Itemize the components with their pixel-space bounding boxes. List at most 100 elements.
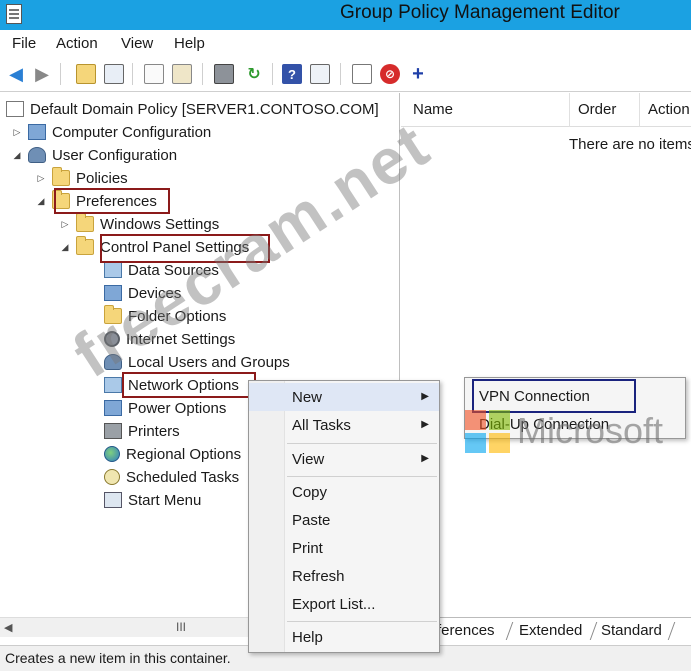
- menu-item-all-tasks[interactable]: All Tasks ▶: [249, 411, 439, 439]
- menu-item-paste[interactable]: Paste: [249, 506, 439, 534]
- tree-label: Start Menu: [128, 491, 202, 509]
- tree-item-regional-options[interactable]: Regional Options: [104, 443, 241, 465]
- tree-item-printers[interactable]: Printers: [104, 420, 180, 442]
- tree-label: Printers: [128, 422, 180, 440]
- tree-item-user-configuration[interactable]: ◢ User Configuration: [12, 144, 178, 166]
- menu-item-label: Export List...: [292, 595, 376, 613]
- collapse-icon[interactable]: ◢: [36, 196, 46, 207]
- show-hide-tree-icon[interactable]: [104, 64, 124, 84]
- tree-item-start-menu[interactable]: Start Menu: [104, 489, 201, 511]
- highlight-preferences: [54, 188, 170, 214]
- menu-item-label: Copy: [292, 483, 328, 501]
- tree-item-scheduled-tasks[interactable]: Scheduled Tasks: [104, 466, 239, 488]
- highlight-vpn-connection: [472, 379, 636, 413]
- microsoft-watermark: Microsoft: [517, 410, 664, 451]
- data-sources-icon: [104, 262, 122, 278]
- power-options-icon: [104, 400, 122, 416]
- window-title: Group Policy Management Editor: [340, 2, 620, 23]
- view-tabs: ferences Extended Standard: [401, 617, 691, 643]
- menu-item-label: New: [292, 388, 323, 406]
- start-menu-icon: [104, 492, 122, 508]
- list-header: Name Order Action: [401, 93, 691, 127]
- print-icon[interactable]: [214, 64, 234, 84]
- delete-icon[interactable]: ⊘: [380, 64, 400, 84]
- add-icon[interactable]: +: [408, 63, 428, 85]
- empty-list-message: There are no items: [569, 136, 691, 153]
- paste-icon[interactable]: [172, 64, 192, 84]
- globe-icon: [104, 446, 120, 462]
- menu-item-label: Paste: [292, 511, 331, 529]
- submenu-arrow-icon: ▶: [421, 419, 429, 430]
- tree-label: Scheduled Tasks: [126, 468, 240, 486]
- details-pane[interactable]: Name Order Action There are no items: [401, 93, 691, 617]
- user-icon: [28, 147, 46, 163]
- tree-label: Regional Options: [126, 445, 242, 463]
- back-icon[interactable]: ◀: [6, 64, 26, 84]
- tree-label: Computer Configuration: [52, 123, 212, 141]
- scheduled-tasks-icon: [104, 469, 120, 485]
- column-order[interactable]: Order: [578, 101, 616, 118]
- tree-label: Power Options: [128, 399, 227, 417]
- scroll-thumb-grip[interactable]: III: [176, 620, 186, 634]
- tree-root[interactable]: Default Domain Policy [SERVER1.CONTOSO.C…: [6, 98, 379, 120]
- tree-root-label: Default Domain Policy [SERVER1.CONTOSO.C…: [30, 100, 379, 118]
- control-panel-folder-icon: [76, 236, 94, 255]
- menu-bar: File Action View Help: [0, 30, 691, 58]
- menu-item-view[interactable]: View ▶: [249, 445, 439, 473]
- submenu-arrow-icon: ▶: [421, 453, 429, 464]
- tab-preferences[interactable]: ferences: [437, 622, 495, 639]
- menu-item-new[interactable]: New ▶: [249, 383, 439, 411]
- help-icon[interactable]: ?: [282, 64, 302, 84]
- refresh-icon[interactable]: ↻: [244, 64, 264, 84]
- menu-item-label: Print: [292, 539, 323, 557]
- scroll-left-icon[interactable]: ◀: [4, 621, 12, 634]
- expand-icon[interactable]: ▷: [36, 173, 46, 184]
- menu-item-help[interactable]: Help: [249, 623, 439, 651]
- column-name[interactable]: Name: [413, 101, 453, 118]
- properties-icon[interactable]: [310, 64, 330, 84]
- tree-label: User Configuration: [52, 146, 178, 164]
- collapse-icon[interactable]: ◢: [60, 242, 70, 253]
- column-action[interactable]: Action: [648, 101, 690, 118]
- printers-icon: [104, 423, 122, 439]
- tab-standard[interactable]: Standard: [601, 622, 662, 639]
- expand-icon[interactable]: ▷: [12, 127, 22, 138]
- tree-item-windows-settings[interactable]: ▷ Windows Settings: [60, 213, 219, 235]
- menu-item-label: Refresh: [292, 567, 345, 585]
- copy-icon[interactable]: [144, 64, 164, 84]
- menu-help[interactable]: Help: [174, 35, 205, 52]
- menu-item-label: Help: [292, 628, 323, 646]
- menu-item-label: All Tasks: [292, 416, 351, 434]
- menu-file[interactable]: File: [12, 35, 36, 52]
- menu-view[interactable]: View: [121, 35, 153, 52]
- status-text: Creates a new item in this container.: [5, 650, 231, 666]
- tree-label: Windows Settings: [100, 215, 220, 233]
- menu-item-copy[interactable]: Copy: [249, 478, 439, 506]
- menu-item-export-list[interactable]: Export List...: [249, 590, 439, 618]
- new-item-icon[interactable]: [352, 64, 372, 84]
- expand-icon[interactable]: ▷: [60, 219, 70, 230]
- tree-item-computer-configuration[interactable]: ▷ Computer Configuration: [12, 121, 212, 143]
- forward-icon[interactable]: ▶: [32, 64, 52, 84]
- tree-item-power-options[interactable]: Power Options: [104, 397, 226, 419]
- tree-item-policies[interactable]: ▷ Policies: [36, 167, 128, 189]
- up-folder-icon[interactable]: [76, 64, 96, 84]
- computer-icon: [28, 124, 46, 140]
- menu-item-print[interactable]: Print: [249, 534, 439, 562]
- context-menu: New ▶ All Tasks ▶ View ▶ Copy Paste Prin…: [248, 380, 440, 653]
- folder-icon: [52, 167, 70, 186]
- tree-label: Policies: [76, 169, 128, 187]
- microsoft-logo-icon: [465, 410, 511, 454]
- menu-item-refresh[interactable]: Refresh: [249, 562, 439, 590]
- submenu-arrow-icon: ▶: [421, 391, 429, 402]
- tab-extended[interactable]: Extended: [519, 622, 582, 639]
- app-icon: [6, 4, 22, 24]
- collapse-icon[interactable]: ◢: [12, 150, 22, 161]
- menu-item-label: View: [292, 450, 325, 468]
- title-bar: Group Policy Management Editor: [0, 0, 691, 30]
- menu-action[interactable]: Action: [56, 35, 98, 52]
- toolbar: ◀ ▶ ↻ ? ⊘ +: [0, 58, 691, 92]
- policy-document-icon: [6, 101, 24, 117]
- folder-icon: [76, 213, 94, 232]
- highlight-network-options: [122, 372, 256, 398]
